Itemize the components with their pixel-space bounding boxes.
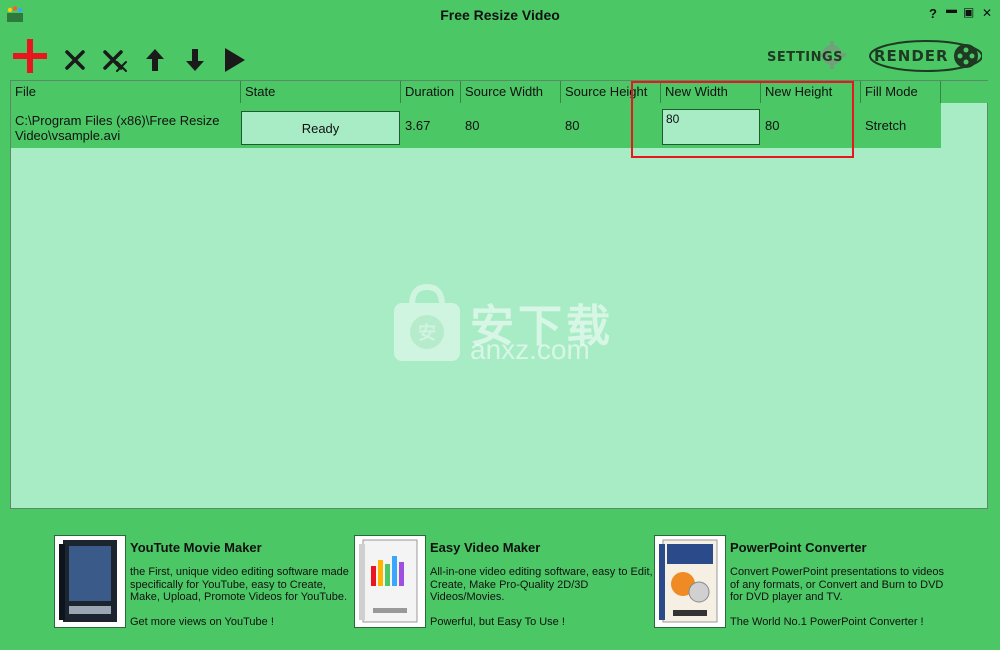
header-filler xyxy=(941,81,988,103)
fill-mode-cell[interactable]: Stretch xyxy=(861,103,941,148)
ad-title[interactable]: YouTute Movie Maker xyxy=(130,540,262,555)
render-label: RENDER xyxy=(874,47,949,65)
column-header-state[interactable]: State xyxy=(241,81,401,103)
ad-title[interactable]: Easy Video Maker xyxy=(430,540,540,555)
table-row[interactable]: C:\Program Files (x86)\Free Resize Video… xyxy=(11,103,941,148)
remove-all-button[interactable] xyxy=(102,48,128,72)
move-up-button[interactable] xyxy=(145,48,165,72)
ad-tagline: The World No.1 PowerPoint Converter ! xyxy=(730,616,924,628)
ad-youtube-movie-maker[interactable]: YouTute Movie Maker the First, unique vi… xyxy=(54,535,354,629)
column-header-new-width[interactable]: New Width xyxy=(661,81,761,103)
ad-description: the First, unique video editing software… xyxy=(130,566,349,604)
state-cell: Ready xyxy=(241,111,400,145)
column-header-fill-mode[interactable]: Fill Mode xyxy=(861,81,941,103)
close-button[interactable]: ✕ xyxy=(982,6,992,20)
ad-easy-video-maker[interactable]: Easy Video Maker All-in-one video editin… xyxy=(354,535,654,629)
render-button[interactable]: RENDER xyxy=(866,38,982,74)
play-icon xyxy=(225,48,245,72)
duration-cell: 3.67 xyxy=(405,118,431,133)
window-title: Free Resize Video xyxy=(440,7,560,23)
ad-tagline: Powerful, but Easy To Use ! xyxy=(430,616,565,628)
settings-button[interactable]: SETTINGS xyxy=(765,41,850,72)
move-up-icon xyxy=(146,49,164,71)
maximize-button[interactable]: ▣ xyxy=(963,5,974,19)
remove-icon xyxy=(65,50,85,70)
move-down-icon xyxy=(186,49,204,71)
ad-description: Convert PowerPoint presentations to vide… xyxy=(730,566,945,604)
remove-all-icon xyxy=(103,50,127,72)
column-header-source-height[interactable]: Source Height xyxy=(561,81,661,103)
column-header-file[interactable]: File xyxy=(11,81,241,103)
minimize-button[interactable]: ▬ xyxy=(946,4,957,16)
ad-powerpoint-converter[interactable]: PowerPoint Converter Convert PowerPoint … xyxy=(654,535,954,629)
ad-tagline: Get more views on YouTube ! xyxy=(130,616,274,628)
ad-product-box-image[interactable] xyxy=(654,535,726,628)
add-button[interactable] xyxy=(12,38,48,74)
settings-label: SETTINGS xyxy=(767,50,844,65)
column-header-source-width[interactable]: Source Width xyxy=(461,81,561,103)
new-width-input[interactable]: 80 xyxy=(662,109,760,145)
watermark-badge: 安 xyxy=(418,322,436,344)
help-button[interactable]: ? xyxy=(929,6,937,21)
remove-button[interactable] xyxy=(64,49,86,71)
watermark-bag-icon: 安 xyxy=(394,283,460,361)
new-height-cell[interactable]: 80 xyxy=(761,103,861,148)
source-width-cell: 80 xyxy=(465,118,480,133)
watermark-en-text: anxz.com xyxy=(470,334,590,365)
ad-product-box-image[interactable] xyxy=(354,535,426,628)
ad-title[interactable]: PowerPoint Converter xyxy=(730,540,867,555)
column-header-duration[interactable]: Duration xyxy=(401,81,461,103)
ad-product-box-image[interactable] xyxy=(54,535,126,628)
source-height-cell: 80 xyxy=(565,118,580,133)
play-button[interactable] xyxy=(224,47,246,73)
ad-description: All-in-one video editing software, easy … xyxy=(430,566,653,604)
add-icon xyxy=(13,39,47,73)
title-bar: Free Resize Video ? ▬ ▣ ✕ xyxy=(0,0,1000,30)
file-path: C:\Program Files (x86)\Free Resize Video… xyxy=(15,113,220,143)
move-down-button[interactable] xyxy=(185,48,205,72)
column-header-new-height[interactable]: New Height xyxy=(761,81,861,103)
